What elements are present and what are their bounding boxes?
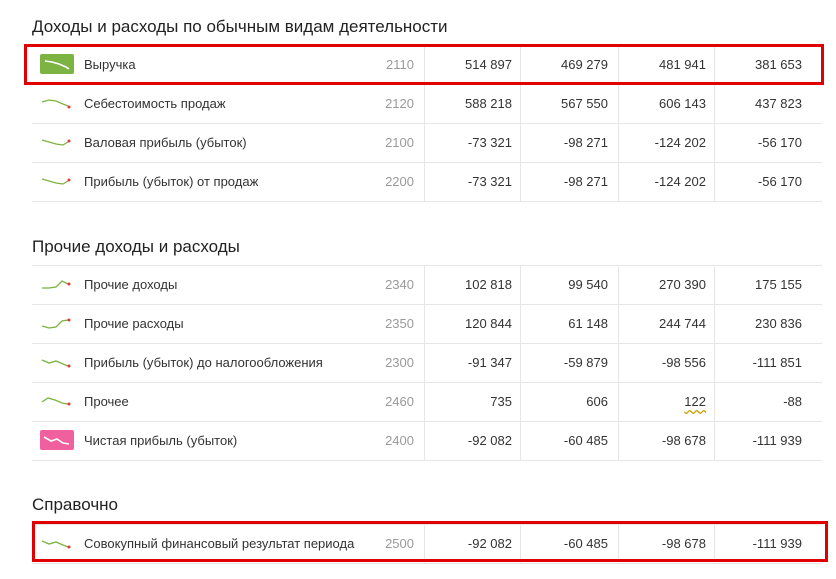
section-title-operating: Доходы и расходы по обычным видам деятел… <box>32 17 448 36</box>
value-cell: 606 <box>586 394 608 409</box>
cost-sparkline-icon <box>41 99 71 109</box>
pretax-profit-sparkline-icon <box>41 359 71 368</box>
row-code: 2340 <box>385 277 414 292</box>
sales-profit-sparkline-icon <box>41 178 71 185</box>
value-cell: -56 170 <box>757 174 802 189</box>
value-cell: -56 170 <box>757 135 802 150</box>
value-cell: -91 347 <box>467 355 512 370</box>
value-cell: -124 202 <box>654 135 706 150</box>
row-code: 2100 <box>385 135 414 150</box>
table-row-2300[interactable]: Прибыль (убыток) до налогообложения 2300… <box>32 344 822 383</box>
row-label: Прочее <box>84 394 129 409</box>
row-label: Себестоимость продаж <box>84 96 226 111</box>
value-cell: 437 823 <box>755 96 802 111</box>
value-cell: -92 082 <box>467 433 512 448</box>
value-cell: -88 <box>783 394 802 409</box>
row-code: 2120 <box>385 96 414 111</box>
value-cell: 606 143 <box>659 96 706 111</box>
table-row-2200[interactable]: Прибыль (убыток) от продаж 2200 -73 321 … <box>32 163 822 202</box>
value-cell: -111 851 <box>752 355 802 370</box>
value-cell: -98 271 <box>563 135 608 150</box>
net-profit-sparkline-icon <box>40 430 74 450</box>
table-row-2460[interactable]: Прочее 2460 735 606 122 -88 <box>32 383 822 422</box>
spellcheck-value: 122 <box>684 394 706 409</box>
value-cell: 102 818 <box>465 277 512 292</box>
row-label: Прибыль (убыток) до налогообложения <box>84 355 323 370</box>
table-row-2350[interactable]: Прочие расходы 2350 120 844 61 148 244 7… <box>32 305 822 344</box>
table-row-2120[interactable]: Себестоимость продаж 2120 588 218 567 55… <box>32 85 822 124</box>
value-cell: 175 155 <box>755 277 802 292</box>
value-cell: 588 218 <box>465 96 512 111</box>
value-cell: 735 <box>490 394 512 409</box>
value-cell: -73 321 <box>467 174 512 189</box>
other-sparkline-icon <box>41 397 71 406</box>
highlight-box-revenue <box>24 44 824 85</box>
row-label: Прочие расходы <box>84 316 184 331</box>
value-cell: -73 321 <box>467 135 512 150</box>
value-cell: -98 271 <box>563 174 608 189</box>
highlight-box-total-result <box>32 521 828 562</box>
row-label: Чистая прибыль (убыток) <box>84 433 238 448</box>
row-label: Прибыль (убыток) от продаж <box>84 174 259 189</box>
value-cell: -111 939 <box>752 433 802 448</box>
gross-profit-sparkline-icon <box>41 139 71 146</box>
value-cell: 61 148 <box>568 316 608 331</box>
section-title-reference: Справочно <box>32 495 119 514</box>
section-title-other: Прочие доходы и расходы <box>32 237 240 256</box>
value-cell: 567 550 <box>561 96 608 111</box>
value-cell: -59 879 <box>563 355 608 370</box>
value-cell: -98 678 <box>661 433 706 448</box>
row-code: 2400 <box>385 433 414 448</box>
other-table: Прочие доходы 2340 102 818 99 540 270 39… <box>32 265 822 461</box>
table-row-2100[interactable]: Валовая прибыль (убыток) 2100 -73 321 -9… <box>32 124 822 163</box>
row-code: 2300 <box>385 355 414 370</box>
row-label: Валовая прибыль (убыток) <box>84 135 247 150</box>
value-cell: 270 390 <box>659 277 706 292</box>
row-code: 2460 <box>385 394 414 409</box>
value-cell: 244 744 <box>659 316 706 331</box>
row-code: 2200 <box>385 174 414 189</box>
table-row-2400[interactable]: Чистая прибыль (убыток) 2400 -92 082 -60… <box>32 422 822 461</box>
value-cell: 99 540 <box>568 277 608 292</box>
value-cell: 230 836 <box>755 316 802 331</box>
value-cell: -60 485 <box>563 433 608 448</box>
table-row-2340[interactable]: Прочие доходы 2340 102 818 99 540 270 39… <box>32 265 822 305</box>
row-code: 2350 <box>385 316 414 331</box>
other-expenses-sparkline-icon <box>41 318 71 329</box>
value-cell: 120 844 <box>465 316 512 331</box>
value-cell: -124 202 <box>654 174 706 189</box>
value-cell: -98 556 <box>661 355 706 370</box>
other-income-sparkline-icon <box>42 280 71 289</box>
row-label: Прочие доходы <box>84 277 178 292</box>
value-cell: 122 <box>624 383 706 421</box>
